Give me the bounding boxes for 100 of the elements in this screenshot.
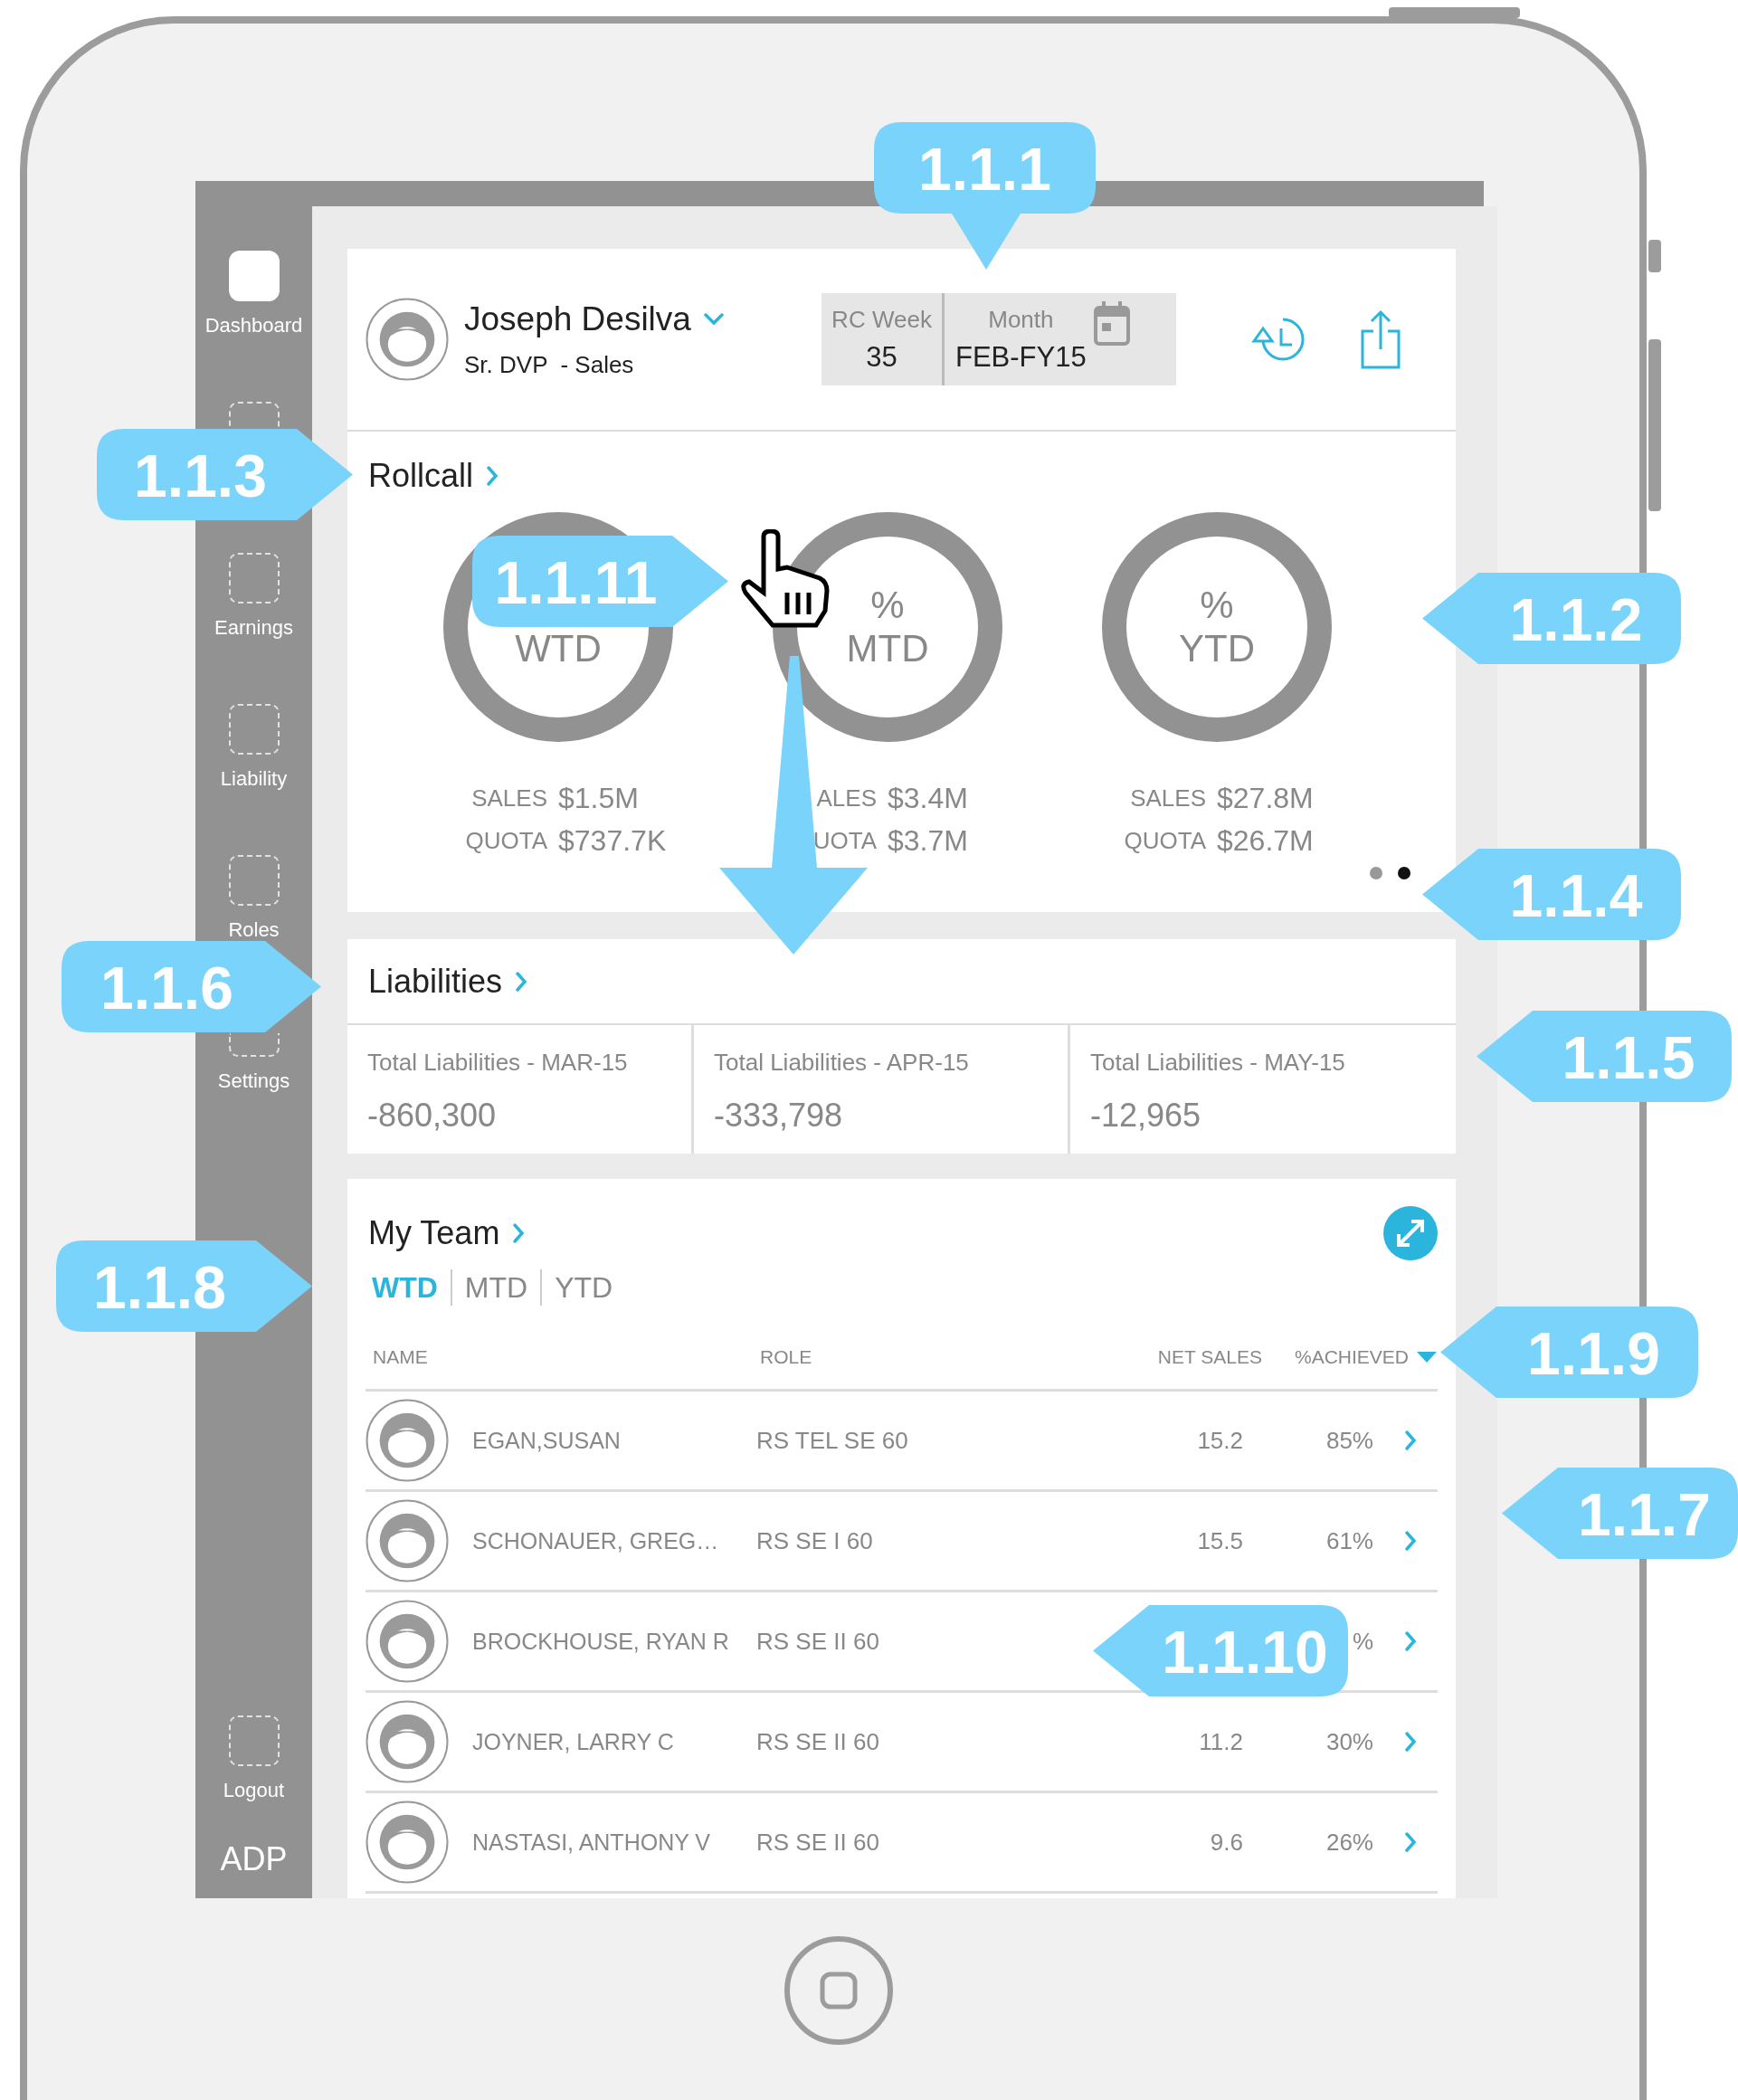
field-label: RC Week	[831, 305, 932, 334]
chevron-right-icon[interactable]	[1404, 1430, 1417, 1451]
gauge-label: WTD	[515, 627, 602, 670]
stat-value: $26.7M	[1217, 824, 1314, 858]
period-tab[interactable]: MTD	[450, 1269, 541, 1306]
stat-label: QUOTA	[464, 827, 547, 855]
liability-label: Total Liabilities - MAR-15	[367, 1049, 629, 1077]
table-cell-text: JOYNER, LARRY C	[471, 1728, 675, 1755]
page-dot[interactable]	[1370, 867, 1383, 879]
brand-logo-text: ADP	[220, 1840, 288, 1878]
section-title: Liabilities	[368, 962, 503, 1001]
chevron-right-icon[interactable]	[1404, 1630, 1417, 1652]
table-cell-text: RS SE II 60	[756, 1828, 880, 1857]
column-header[interactable]: %ACHIEVED	[1295, 1346, 1410, 1368]
person-avatar-icon	[366, 1700, 449, 1783]
liability-label: Total Liabilities - APR-15	[714, 1049, 970, 1077]
calendar-icon[interactable]	[1093, 300, 1130, 346]
annotation-callout: 1.1.8	[56, 1240, 312, 1332]
chevron-right-icon[interactable]	[512, 1222, 526, 1244]
stat-label: UOTA	[812, 827, 877, 855]
sort-descending-icon[interactable]	[1416, 1351, 1439, 1364]
person-avatar-icon	[366, 298, 449, 381]
table-cell-text: RS TEL SE 60	[756, 1426, 909, 1455]
annotation-callout: 1.1.1	[874, 122, 1096, 270]
user-name: Joseph Desilva	[464, 299, 691, 338]
nav-label[interactable]: Earnings	[214, 616, 293, 640]
annotation-callout: 1.1.9	[1440, 1307, 1698, 1398]
person-avatar-icon	[366, 1801, 449, 1884]
liability-label: Total Liabilities - MAY-15	[1090, 1049, 1346, 1077]
period-tab[interactable]: YTD	[540, 1269, 626, 1306]
person-avatar-icon	[366, 1399, 449, 1482]
table-cell-text: RS SE II 60	[756, 1627, 880, 1656]
nav-icon[interactable]	[228, 553, 280, 603]
nav-label[interactable]: Roles	[228, 918, 280, 942]
stat-value: $3.7M	[888, 824, 968, 858]
person-avatar-icon	[366, 1600, 449, 1683]
nav-label[interactable]: Logout	[223, 1779, 285, 1802]
table-cell-text: 11.2	[1198, 1727, 1243, 1756]
stat-value: $1.5M	[558, 782, 640, 815]
share-icon[interactable]	[1361, 309, 1401, 369]
stat-value: $737.7K	[558, 824, 667, 858]
section-title: Rollcall	[368, 457, 474, 495]
chevron-right-icon[interactable]	[486, 465, 499, 487]
annotation-callout: 1.1.7	[1502, 1468, 1738, 1559]
section-title: My Team	[368, 1214, 500, 1252]
column-header[interactable]: NAME	[366, 1346, 760, 1368]
column-header[interactable]: NET SALES	[1122, 1346, 1262, 1368]
nav-label[interactable]: Liability	[220, 767, 288, 791]
chevron-right-icon[interactable]	[1404, 1831, 1417, 1853]
nav-label[interactable]: Dashboard	[204, 314, 303, 337]
gauge-label: MTD	[846, 627, 929, 670]
field-label: Month	[988, 305, 1054, 334]
table-cell-text: SCHONAUER, GREG…	[471, 1527, 720, 1554]
stat-label: QUOTA	[1123, 827, 1206, 855]
liability-value: -333,798	[714, 1097, 844, 1135]
nav-label[interactable]: Settings	[217, 1069, 290, 1093]
nav-icon[interactable]	[228, 402, 280, 427]
table-cell-text: RS SE II 60	[756, 1727, 880, 1756]
column-header[interactable]: ROLE	[760, 1346, 1122, 1368]
chevron-down-icon[interactable]	[703, 312, 724, 326]
nav-icon[interactable]	[228, 855, 280, 906]
chevron-right-icon[interactable]	[1404, 1530, 1417, 1552]
stat-value: $3.4M	[888, 782, 968, 815]
table-cell-text: EGAN,SUSAN	[471, 1427, 622, 1454]
gauge-symbol: %	[870, 584, 905, 627]
person-avatar-icon	[366, 1499, 449, 1582]
table-cell-text: 9.6	[1209, 1828, 1243, 1857]
table-cell-text: BROCKHOUSE, RYAN R	[471, 1628, 730, 1655]
annotation-callout: 1.1.5	[1477, 1011, 1732, 1102]
nav-icon[interactable]	[228, 704, 280, 755]
annotation-callout: 1.1.6	[62, 941, 321, 1032]
table-cell-text: NASTASI, ANTHONY V	[471, 1829, 712, 1856]
field-value: FEB-FY15	[955, 340, 1087, 374]
stat-label: SALES	[1129, 784, 1206, 812]
period-selector[interactable]: RC Week 35 Month FEB-FY15	[822, 293, 1176, 385]
liability-value: -860,300	[367, 1097, 498, 1135]
expand-icon[interactable]	[1383, 1206, 1439, 1260]
annotation-callout: 1.1.11	[472, 536, 728, 627]
user-title: Sr. DVP - Sales	[464, 350, 635, 379]
annotation-callout: 1.1.4	[1422, 849, 1681, 940]
period-tab[interactable]: WTD	[372, 1269, 451, 1306]
table-cell-text: 26%	[1325, 1828, 1373, 1857]
liability-value: -12,965	[1090, 1097, 1202, 1135]
annotation-callout: 1.1.10	[1093, 1605, 1348, 1696]
nav-icon[interactable]	[228, 1715, 280, 1766]
stat-label: ALES	[815, 784, 877, 812]
annotation-callout: 1.1.3	[97, 429, 353, 520]
page-dot[interactable]	[1398, 867, 1411, 879]
table-cell-text: RS SE I 60	[756, 1526, 874, 1555]
home-button[interactable]	[783, 1934, 895, 2047]
table-cell-text: 85%	[1325, 1426, 1373, 1455]
chevron-right-icon[interactable]	[515, 970, 528, 993]
stat-label: SALES	[470, 784, 547, 812]
table-cell-text: 15.5	[1196, 1526, 1243, 1555]
gauge-label: YTD	[1179, 627, 1255, 670]
gauge-symbol: %	[1200, 584, 1234, 627]
chevron-right-icon[interactable]	[1404, 1731, 1417, 1753]
table-cell-text: 30%	[1325, 1727, 1373, 1756]
table-cell-text: 15.2	[1196, 1426, 1243, 1455]
stat-value: $27.8M	[1217, 782, 1314, 815]
